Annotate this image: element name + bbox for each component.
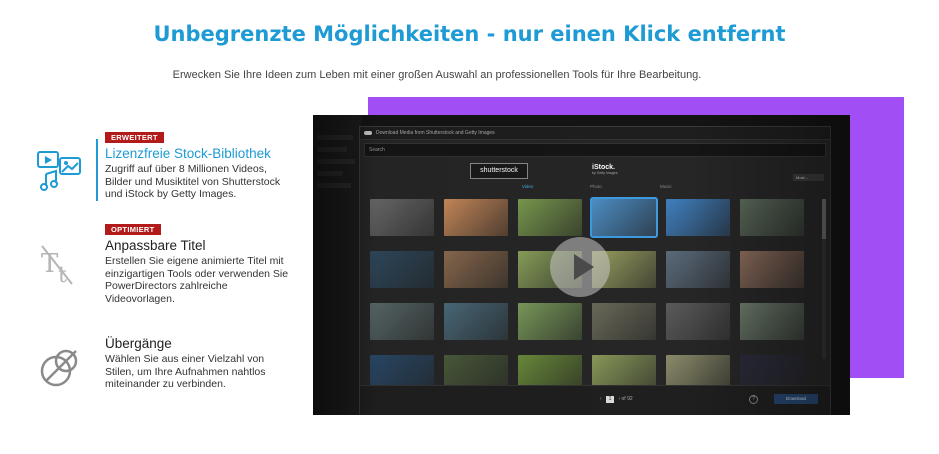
feature-custom-titles[interactable]: T t OPTIMIERT Anpassbare Titel Erstellen…: [36, 219, 296, 305]
tab-video[interactable]: Video: [522, 184, 533, 189]
tab-music[interactable]: Music: [660, 184, 672, 189]
media-thumbnail[interactable]: [444, 303, 508, 340]
page-title: Unbegrenzte Möglichkeiten - nur einen Kl…: [153, 22, 786, 46]
search-input[interactable]: Search: [364, 143, 826, 157]
window-title: Download Media from Shutterstock and Get…: [376, 130, 495, 136]
feature-title: Lizenzfreie Stock-Bibliothek: [105, 146, 271, 161]
page-number-input[interactable]: 1: [606, 396, 615, 403]
feature-transitions[interactable]: Übergänge Wählen Sie aus einer Vielzahl …: [36, 336, 296, 396]
media-thumbnail[interactable]: [518, 303, 582, 340]
page-subtitle: Erwecken Sie Ihre Ideen zum Leben mit ei…: [172, 69, 702, 81]
video-player[interactable]: Download Media from Shutterstock and Get…: [313, 115, 850, 415]
window-footer: ‹ 1 › of 92 ? Download: [360, 385, 830, 415]
active-indicator: [96, 139, 98, 201]
play-button[interactable]: [550, 237, 610, 297]
tab-photo[interactable]: Photo: [590, 184, 602, 189]
feature-description: Zugriff auf über 8 Millionen Videos, Bil…: [105, 163, 281, 200]
media-thumbnail[interactable]: [444, 251, 508, 288]
badge-erweitert: ERWEITERT: [105, 132, 164, 143]
badge-optimiert: OPTIMIERT: [105, 224, 161, 235]
scrollbar-knob[interactable]: [822, 199, 826, 239]
cloud-icon: [364, 131, 372, 135]
scrollbar[interactable]: [822, 199, 826, 359]
prev-page-icon[interactable]: ‹: [600, 396, 602, 402]
media-thumbnail[interactable]: [444, 199, 508, 236]
media-thumbnail[interactable]: [592, 303, 656, 340]
window-titlebar: Download Media from Shutterstock and Get…: [360, 127, 830, 140]
shutterstock-logo[interactable]: shutterstock: [470, 163, 528, 179]
media-thumbnail[interactable]: [740, 303, 804, 340]
media-thumbnail[interactable]: [370, 303, 434, 340]
media-thumbnail[interactable]: [370, 251, 434, 288]
feature-description: Wählen Sie aus einer Vielzahl von Stilen…: [105, 353, 266, 390]
media-thumbnail[interactable]: [740, 199, 804, 236]
media-thumbnail[interactable]: [590, 197, 658, 238]
feature-description: Erstellen Sie eigene animierte Titel mit…: [105, 255, 289, 305]
sort-dropdown[interactable]: Most...: [793, 174, 824, 181]
media-thumbnail[interactable]: [518, 199, 582, 236]
media-thumbnail[interactable]: [666, 199, 730, 236]
page-total: of 92: [621, 396, 633, 402]
feature-stock-library[interactable]: ERWEITERT Lizenzfreie Stock-Bibliothek Z…: [36, 127, 296, 207]
istock-logo[interactable]: iStock. by Getty Images: [592, 164, 617, 175]
media-thumbnail[interactable]: [740, 251, 804, 288]
next-page-icon[interactable]: ›: [618, 396, 620, 402]
media-thumbnail[interactable]: [666, 251, 730, 288]
feature-title: Anpassbare Titel: [105, 238, 206, 253]
istock-logo-text: iStock.: [592, 164, 615, 171]
media-thumbnail[interactable]: [370, 199, 434, 236]
title-text-icon: T t: [41, 245, 73, 288]
stock-media-icon: [37, 151, 81, 191]
media-thumbnail[interactable]: [666, 303, 730, 340]
feature-title: Übergänge: [105, 336, 172, 351]
transition-icon: [40, 349, 78, 387]
help-icon[interactable]: ?: [749, 395, 758, 404]
play-icon: [574, 254, 594, 280]
pagination[interactable]: ‹ 1 › of 92: [600, 396, 633, 403]
download-button[interactable]: Download: [774, 394, 818, 404]
app-sidebar: [313, 115, 361, 415]
istock-logo-sub: by Getty Images: [592, 171, 618, 175]
